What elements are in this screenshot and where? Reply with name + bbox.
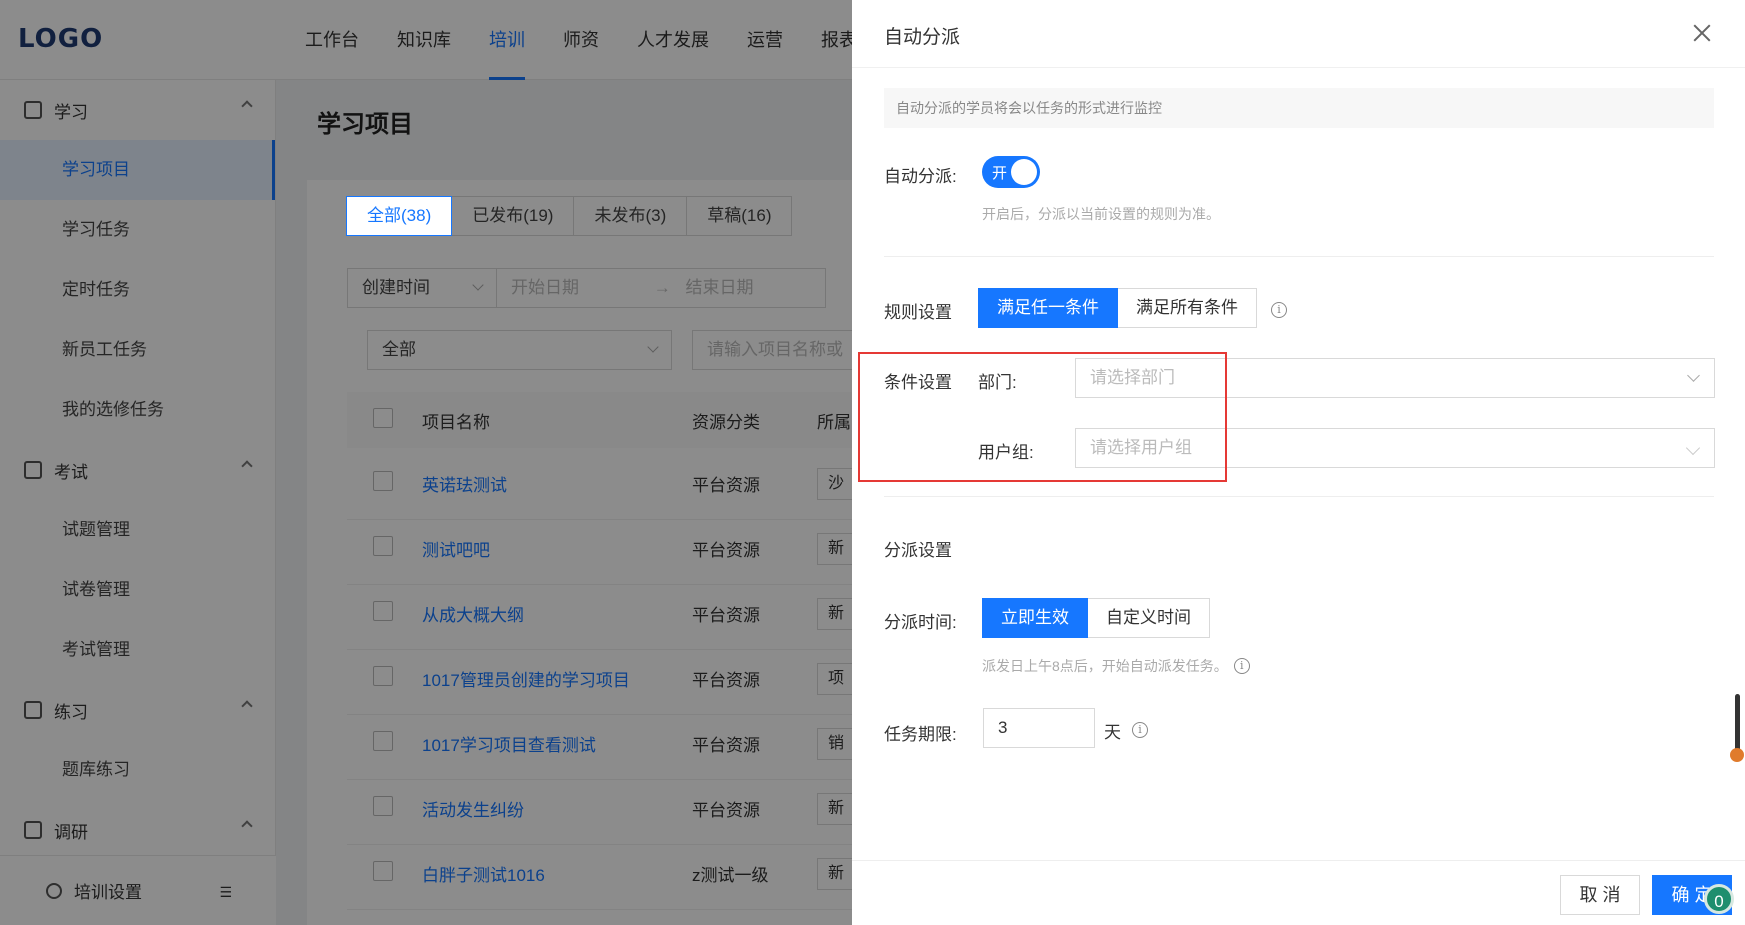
auto-assign-switch[interactable]: 开 [982, 156, 1040, 188]
info-icon[interactable]: i [1132, 722, 1148, 738]
cancel-button[interactable]: 取 消 [1560, 875, 1640, 915]
deadline-label: 任务期限: [884, 725, 957, 744]
chevron-down-icon [1685, 440, 1701, 456]
rule-option-all[interactable]: 满足所有条件 [1117, 288, 1257, 328]
divider [884, 496, 1714, 497]
deadline-input[interactable]: 3 [983, 708, 1095, 748]
rule-option-any[interactable]: 满足任一条件 [978, 288, 1118, 328]
auto-assign-hint: 开启后，分派以当前设置的规则为准。 [982, 206, 1220, 222]
dispatch-settings-label: 分派设置 [884, 541, 952, 560]
dispatch-option-immediate[interactable]: 立即生效 [982, 598, 1088, 638]
divider [884, 256, 1714, 257]
info-icon[interactable]: i [1271, 302, 1287, 318]
drawer-title: 自动分派 [884, 27, 961, 48]
notification-badge[interactable]: 0 [1704, 884, 1734, 914]
drawer-header: 自动分派 [852, 0, 1745, 68]
rule-settings-label: 规则设置 [884, 303, 952, 322]
chevron-down-icon [1687, 369, 1700, 382]
auto-assign-label: 自动分派: [884, 167, 957, 186]
info-icon[interactable]: i [1233, 658, 1250, 674]
scrollbar-knob[interactable] [1730, 748, 1744, 762]
highlight-annotation [858, 352, 1227, 482]
auto-assign-drawer: 自动分派 自动分派的学员将会以任务的形式进行监控 自动分派: 开 开启后，分派以… [852, 0, 1745, 925]
dispatch-time-label: 分派时间: [884, 613, 957, 632]
rule-options: 满足任一条件 满足所有条件 [978, 288, 1257, 328]
dispatch-hint: 派发日上午8点后，开始自动派发任务。 i [982, 656, 1250, 676]
tab-all[interactable]: 全部(38) [346, 196, 453, 236]
info-bar: 自动分派的学员将会以任务的形式进行监控 [884, 88, 1714, 128]
switch-knob [1011, 159, 1037, 185]
drawer-footer: 取 消 确 定 [852, 860, 1745, 925]
deadline-unit: 天 [1104, 723, 1121, 742]
dispatch-option-custom[interactable]: 自定义时间 [1087, 598, 1210, 638]
modal-mask[interactable] [0, 0, 852, 925]
close-icon[interactable] [1689, 20, 1715, 46]
dispatch-options: 立即生效 自定义时间 [982, 598, 1210, 638]
